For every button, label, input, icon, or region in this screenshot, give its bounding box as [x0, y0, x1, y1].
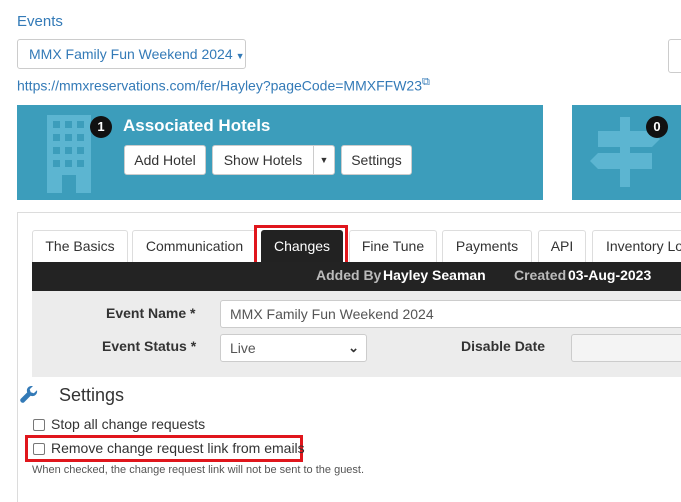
event-form: Event Name * MMX Family Fun Weekend 2024…	[32, 291, 681, 377]
tab-inventory[interactable]: Inventory Lo	[592, 230, 681, 263]
event-selector-label: MMX Family Fun Weekend 2024	[29, 46, 233, 62]
disable-date-input[interactable]	[571, 334, 681, 362]
second-summary-panel: 0	[572, 105, 681, 200]
events-breadcrumb-link[interactable]: Events	[17, 13, 63, 30]
wrench-icon	[20, 385, 38, 409]
show-hotels-dropdown-toggle[interactable]: ▼	[313, 145, 335, 175]
added-by-label: Added By	[316, 267, 382, 283]
hotel-count-badge: 1	[90, 116, 112, 138]
tab-payments[interactable]: Payments	[442, 230, 532, 263]
tab-communication[interactable]: Communication	[132, 230, 257, 263]
stop-all-label[interactable]: Stop all change requests	[51, 416, 205, 432]
disable-date-label: Disable Date	[461, 338, 546, 354]
count-badge: 0	[646, 116, 668, 138]
event-name-input[interactable]: MMX Family Fun Weekend 2024	[220, 300, 681, 328]
caret-down-icon: ▼	[319, 155, 329, 165]
remove-link-hint: When checked, the change request link wi…	[32, 464, 365, 476]
remove-link-label[interactable]: Remove change request link from emails	[51, 440, 305, 456]
event-url-text: https://mmxreservations.com/fer/Hayley?p…	[17, 77, 422, 94]
add-hotel-button[interactable]: Add Hotel	[124, 145, 206, 175]
external-link-icon: ⧉	[421, 76, 430, 88]
panel-title: Associated Hotels	[123, 116, 271, 135]
settings-heading: Settings	[59, 385, 125, 405]
event-status-value: Live	[230, 340, 256, 356]
building-icon	[47, 115, 91, 193]
added-by-value: Hayley Seaman	[383, 267, 486, 283]
hotel-settings-button[interactable]: Settings	[341, 145, 412, 175]
associated-hotels-panel: 1 Associated Hotels Add Hotel Show Hotel…	[17, 105, 543, 200]
event-name-label: Event Name *	[106, 305, 196, 321]
caret-down-icon: ▼	[235, 51, 245, 61]
tab-fine-tune[interactable]: Fine Tune	[349, 230, 437, 263]
stop-all-checkbox[interactable]	[33, 419, 45, 431]
created-label: Created	[514, 267, 567, 283]
chevron-down-icon: ⌄	[348, 340, 359, 355]
show-hotels-button[interactable]: Show Hotels	[212, 145, 314, 175]
event-selector-dropdown[interactable]: MMX Family Fun Weekend 2024 ▼	[17, 39, 246, 69]
event-info-bar: Added By Hayley Seaman Created 03-Aug-20…	[32, 262, 681, 291]
right-toolbar-button[interactable]	[668, 39, 681, 73]
event-status-select[interactable]: Live ⌄	[220, 334, 367, 362]
remove-link-checkbox[interactable]	[33, 443, 45, 455]
event-status-label: Event Status *	[102, 338, 197, 354]
tab-the-basics[interactable]: The Basics	[32, 230, 128, 263]
created-value: 03-Aug-2023	[568, 267, 652, 283]
event-url-link[interactable]: https://mmxreservations.com/fer/Hayley?p…	[17, 76, 430, 94]
tab-api[interactable]: API	[538, 230, 586, 263]
